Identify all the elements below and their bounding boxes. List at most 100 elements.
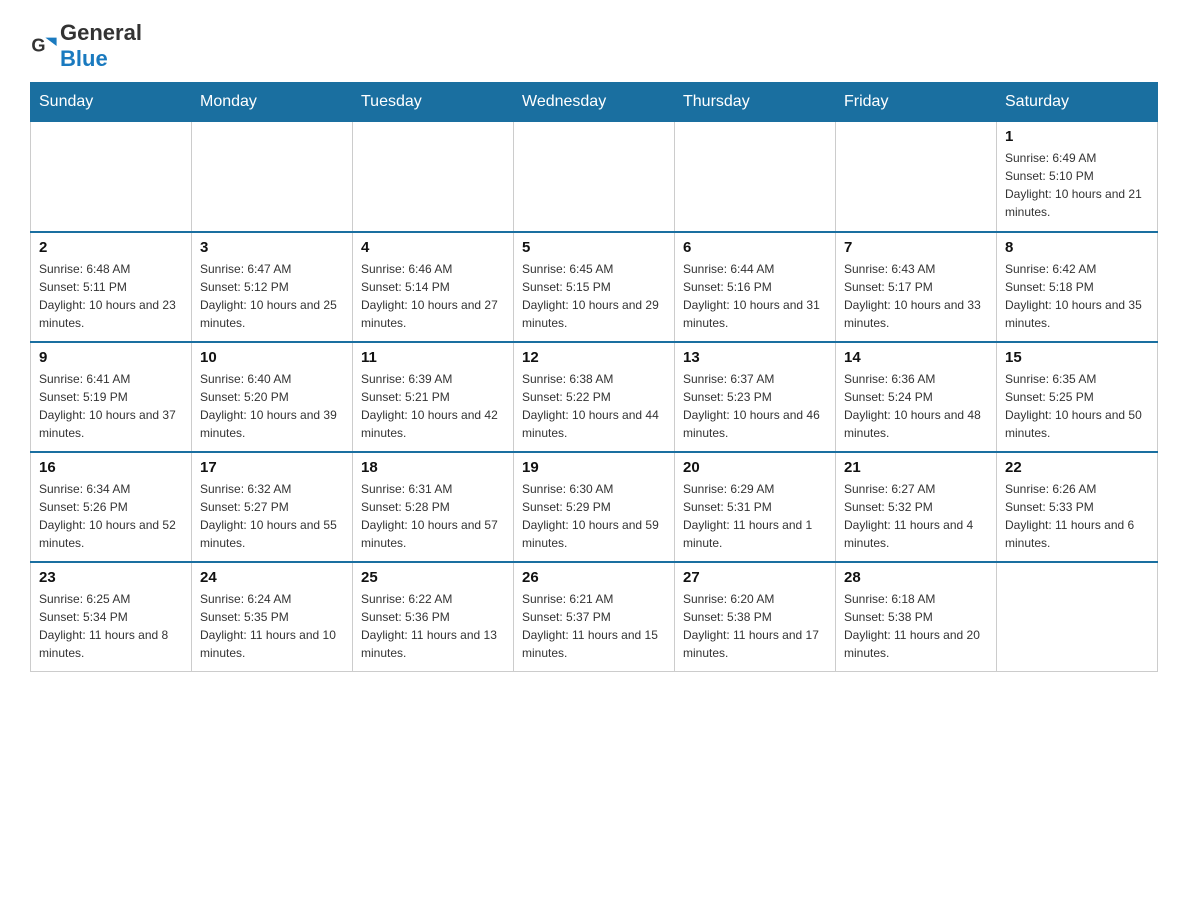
day-info: Sunrise: 6:25 AMSunset: 5:34 PMDaylight:… <box>39 590 183 662</box>
col-header-sunday: Sunday <box>31 83 192 122</box>
calendar-cell: 10 Sunrise: 6:40 AMSunset: 5:20 PMDayligh… <box>192 342 353 452</box>
calendar-header-row: SundayMondayTuesdayWednesdayThursdayFrid… <box>31 83 1158 122</box>
calendar-cell: 20 Sunrise: 6:29 AMSunset: 5:31 PMDayligh… <box>675 452 836 562</box>
calendar-week-row: 16 Sunrise: 6:34 AMSunset: 5:26 PMDayligh… <box>31 452 1158 562</box>
col-header-thursday: Thursday <box>675 83 836 122</box>
svg-text:G: G <box>31 36 45 56</box>
day-info: Sunrise: 6:41 AMSunset: 5:19 PMDaylight:… <box>39 370 183 442</box>
calendar-cell: 15 Sunrise: 6:35 AMSunset: 5:25 PMDayligh… <box>997 342 1158 452</box>
calendar-cell: 23 Sunrise: 6:25 AMSunset: 5:34 PMDayligh… <box>31 562 192 672</box>
calendar-cell: 13 Sunrise: 6:37 AMSunset: 5:23 PMDayligh… <box>675 342 836 452</box>
day-info: Sunrise: 6:36 AMSunset: 5:24 PMDaylight:… <box>844 370 988 442</box>
calendar-cell: 12 Sunrise: 6:38 AMSunset: 5:22 PMDayligh… <box>514 342 675 452</box>
calendar-cell: 11 Sunrise: 6:39 AMSunset: 5:21 PMDayligh… <box>353 342 514 452</box>
day-info: Sunrise: 6:32 AMSunset: 5:27 PMDaylight:… <box>200 480 344 552</box>
calendar-cell: 14 Sunrise: 6:36 AMSunset: 5:24 PMDayligh… <box>836 342 997 452</box>
day-info: Sunrise: 6:26 AMSunset: 5:33 PMDaylight:… <box>1005 480 1149 552</box>
day-info: Sunrise: 6:18 AMSunset: 5:38 PMDaylight:… <box>844 590 988 662</box>
calendar-cell: 17 Sunrise: 6:32 AMSunset: 5:27 PMDayligh… <box>192 452 353 562</box>
day-number: 5 <box>522 239 666 256</box>
day-number: 22 <box>1005 459 1149 476</box>
calendar-cell <box>353 122 514 232</box>
day-number: 20 <box>683 459 827 476</box>
day-info: Sunrise: 6:49 AMSunset: 5:10 PMDaylight:… <box>1005 149 1149 221</box>
col-header-wednesday: Wednesday <box>514 83 675 122</box>
calendar-week-row: 23 Sunrise: 6:25 AMSunset: 5:34 PMDayligh… <box>31 562 1158 672</box>
day-number: 7 <box>844 239 988 256</box>
day-number: 13 <box>683 349 827 366</box>
day-number: 11 <box>361 349 505 366</box>
day-number: 4 <box>361 239 505 256</box>
calendar-cell: 2Sunrise: 6:48 AMSunset: 5:11 PMDaylight… <box>31 232 192 342</box>
calendar-cell <box>31 122 192 232</box>
day-number: 18 <box>361 459 505 476</box>
day-info: Sunrise: 6:22 AMSunset: 5:36 PMDaylight:… <box>361 590 505 662</box>
day-number: 28 <box>844 569 988 586</box>
day-number: 23 <box>39 569 183 586</box>
day-info: Sunrise: 6:42 AMSunset: 5:18 PMDaylight:… <box>1005 260 1149 332</box>
logo-icon: G <box>30 32 58 60</box>
calendar-cell <box>675 122 836 232</box>
day-number: 9 <box>39 349 183 366</box>
day-info: Sunrise: 6:29 AMSunset: 5:31 PMDaylight:… <box>683 480 827 552</box>
page-header: G General Blue <box>30 20 1158 72</box>
calendar-cell: 16 Sunrise: 6:34 AMSunset: 5:26 PMDayligh… <box>31 452 192 562</box>
day-info: Sunrise: 6:20 AMSunset: 5:38 PMDaylight:… <box>683 590 827 662</box>
calendar-cell <box>192 122 353 232</box>
calendar-week-row: 9 Sunrise: 6:41 AMSunset: 5:19 PMDaylight… <box>31 342 1158 452</box>
calendar-cell: 21 Sunrise: 6:27 AMSunset: 5:32 PMDayligh… <box>836 452 997 562</box>
calendar-cell: 5Sunrise: 6:45 AMSunset: 5:15 PMDaylight… <box>514 232 675 342</box>
day-number: 3 <box>200 239 344 256</box>
day-info: Sunrise: 6:46 AMSunset: 5:14 PMDaylight:… <box>361 260 505 332</box>
day-number: 16 <box>39 459 183 476</box>
calendar-table: SundayMondayTuesdayWednesdayThursdayFrid… <box>30 82 1158 672</box>
calendar-cell: 26Sunrise: 6:21 AMSunset: 5:37 PMDayligh… <box>514 562 675 672</box>
day-info: Sunrise: 6:30 AMSunset: 5:29 PMDaylight:… <box>522 480 666 552</box>
day-info: Sunrise: 6:39 AMSunset: 5:21 PMDaylight:… <box>361 370 505 442</box>
logo-blue-text: Blue <box>60 46 108 71</box>
col-header-friday: Friday <box>836 83 997 122</box>
calendar-cell: 28 Sunrise: 6:18 AMSunset: 5:38 PMDayligh… <box>836 562 997 672</box>
logo: G General Blue <box>30 20 142 72</box>
calendar-cell: 22 Sunrise: 6:26 AMSunset: 5:33 PMDayligh… <box>997 452 1158 562</box>
day-info: Sunrise: 6:21 AMSunset: 5:37 PMDaylight:… <box>522 590 666 662</box>
day-info: Sunrise: 6:37 AMSunset: 5:23 PMDaylight:… <box>683 370 827 442</box>
day-number: 24 <box>200 569 344 586</box>
day-info: Sunrise: 6:44 AMSunset: 5:16 PMDaylight:… <box>683 260 827 332</box>
day-info: Sunrise: 6:31 AMSunset: 5:28 PMDaylight:… <box>361 480 505 552</box>
day-number: 14 <box>844 349 988 366</box>
calendar-cell: 8 Sunrise: 6:42 AMSunset: 5:18 PMDaylight… <box>997 232 1158 342</box>
day-number: 21 <box>844 459 988 476</box>
day-info: Sunrise: 6:27 AMSunset: 5:32 PMDaylight:… <box>844 480 988 552</box>
day-number: 6 <box>683 239 827 256</box>
calendar-cell: 6 Sunrise: 6:44 AMSunset: 5:16 PMDaylight… <box>675 232 836 342</box>
day-number: 17 <box>200 459 344 476</box>
day-info: Sunrise: 6:34 AMSunset: 5:26 PMDaylight:… <box>39 480 183 552</box>
day-number: 25 <box>361 569 505 586</box>
calendar-cell <box>997 562 1158 672</box>
day-info: Sunrise: 6:47 AMSunset: 5:12 PMDaylight:… <box>200 260 344 332</box>
col-header-tuesday: Tuesday <box>353 83 514 122</box>
day-number: 15 <box>1005 349 1149 366</box>
calendar-cell: 25 Sunrise: 6:22 AMSunset: 5:36 PMDayligh… <box>353 562 514 672</box>
day-info: Sunrise: 6:40 AMSunset: 5:20 PMDaylight:… <box>200 370 344 442</box>
day-info: Sunrise: 6:24 AMSunset: 5:35 PMDaylight:… <box>200 590 344 662</box>
calendar-cell: 27Sunrise: 6:20 AMSunset: 5:38 PMDayligh… <box>675 562 836 672</box>
calendar-cell: 3 Sunrise: 6:47 AMSunset: 5:12 PMDaylight… <box>192 232 353 342</box>
day-number: 10 <box>200 349 344 366</box>
calendar-cell <box>514 122 675 232</box>
calendar-week-row: 2Sunrise: 6:48 AMSunset: 5:11 PMDaylight… <box>31 232 1158 342</box>
day-number: 8 <box>1005 239 1149 256</box>
day-number: 2 <box>39 239 183 256</box>
day-number: 12 <box>522 349 666 366</box>
calendar-cell: 24 Sunrise: 6:24 AMSunset: 5:35 PMDayligh… <box>192 562 353 672</box>
calendar-cell: 19Sunrise: 6:30 AMSunset: 5:29 PMDayligh… <box>514 452 675 562</box>
calendar-week-row: 1Sunrise: 6:49 AMSunset: 5:10 PMDaylight… <box>31 122 1158 232</box>
calendar-cell: 4 Sunrise: 6:46 AMSunset: 5:14 PMDaylight… <box>353 232 514 342</box>
day-info: Sunrise: 6:35 AMSunset: 5:25 PMDaylight:… <box>1005 370 1149 442</box>
calendar-cell <box>836 122 997 232</box>
calendar-cell: 7Sunrise: 6:43 AMSunset: 5:17 PMDaylight… <box>836 232 997 342</box>
calendar-cell: 9 Sunrise: 6:41 AMSunset: 5:19 PMDaylight… <box>31 342 192 452</box>
calendar-cell: 1Sunrise: 6:49 AMSunset: 5:10 PMDaylight… <box>997 122 1158 232</box>
day-info: Sunrise: 6:38 AMSunset: 5:22 PMDaylight:… <box>522 370 666 442</box>
